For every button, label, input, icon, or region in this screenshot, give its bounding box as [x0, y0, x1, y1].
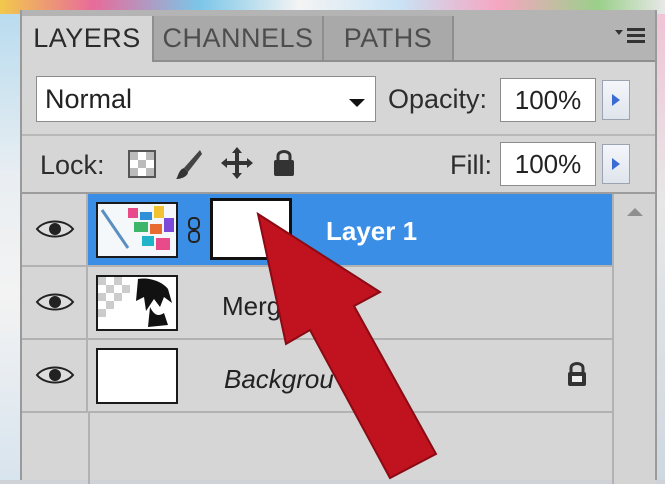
layer-thumbnail[interactable] [96, 275, 178, 331]
scroll-up-icon[interactable] [627, 208, 643, 216]
eye-icon [35, 366, 75, 384]
layer-thumbnail[interactable] [96, 348, 178, 404]
eye-icon [35, 220, 75, 238]
layers-scrollbar[interactable] [612, 194, 655, 484]
fill-label: Fill: [450, 150, 492, 180]
blend-mode-value: Normal [45, 84, 133, 114]
annotation-arrow [256, 211, 438, 480]
visibility-toggle[interactable] [22, 267, 88, 338]
lock-fill-row: Lock: Fill: 100% [22, 136, 655, 194]
panel-tab-bar: LAYERS CHANNELS PATHS [22, 10, 655, 62]
background-artwork-left [0, 14, 20, 480]
lock-image-pixels-icon[interactable] [174, 148, 204, 185]
lock-all-icon[interactable] [272, 148, 296, 183]
lock-label: Lock: [40, 150, 105, 180]
tab-paths[interactable]: PATHS [324, 16, 454, 60]
visibility-toggle[interactable] [22, 340, 88, 411]
opacity-label: Opacity: [388, 84, 488, 114]
eye-icon [35, 293, 75, 311]
lock-icon [566, 360, 588, 393]
blend-opacity-row: Normal Opacity: 100% [22, 62, 655, 136]
link-icon[interactable] [186, 216, 202, 249]
visibility-toggle[interactable] [22, 194, 88, 265]
lock-position-icon[interactable] [220, 146, 254, 185]
opacity-slider-button[interactable] [602, 80, 630, 120]
chevron-down-icon [349, 99, 365, 107]
layer-thumbnail[interactable] [96, 202, 178, 258]
divider [88, 413, 90, 484]
lock-transparent-pixels-icon[interactable] [128, 150, 156, 183]
tab-layers[interactable]: LAYERS [22, 16, 154, 62]
fill-slider-button[interactable] [602, 144, 630, 184]
opacity-field[interactable]: 100% [500, 78, 596, 122]
fill-field[interactable]: 100% [500, 142, 596, 186]
panel-menu-icon[interactable] [613, 24, 647, 48]
tab-channels[interactable]: CHANNELS [154, 16, 324, 60]
blend-mode-select[interactable]: Normal [36, 76, 376, 122]
